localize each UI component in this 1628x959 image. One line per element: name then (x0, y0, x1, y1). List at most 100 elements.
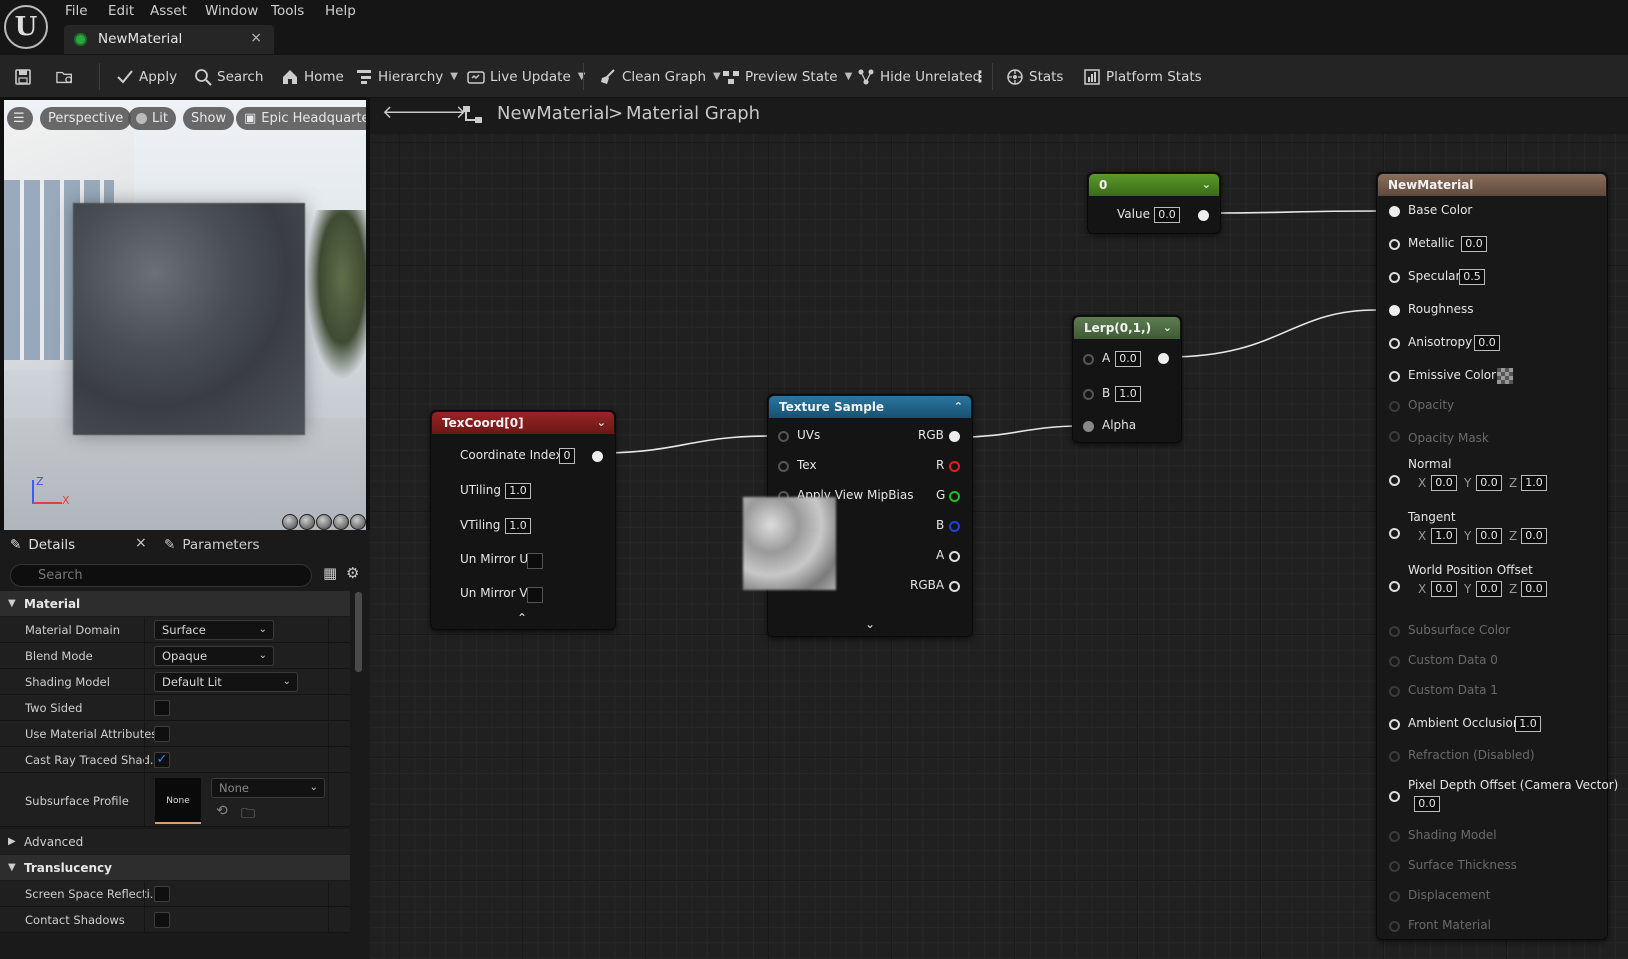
more-options-icon[interactable]: ⋮ (972, 55, 988, 98)
subsurface-profile-dropdown[interactable]: None ⌄ (211, 778, 325, 798)
contact-shadows-checkbox[interactable] (154, 912, 170, 928)
material-result-node[interactable]: NewMaterial Base Color Metallic 0.0 Spec… (1376, 172, 1618, 940)
a-output-pin[interactable] (949, 551, 960, 562)
gear-icon[interactable]: ⚙ (346, 564, 359, 582)
breadcrumb-root[interactable]: NewMaterial (497, 103, 609, 124)
lerp-node-header[interactable]: Lerp(0,1,) ⌄ (1074, 317, 1180, 339)
pixel-depth-offset-input[interactable]: 0.0 (1414, 796, 1440, 812)
lerp-a-input[interactable]: 0.0 (1115, 351, 1141, 367)
graph-hierarchy-icon[interactable] (462, 102, 484, 130)
r-output-pin[interactable] (949, 461, 960, 472)
menu-help[interactable]: Help (325, 3, 356, 19)
constant-node-header[interactable]: 0 ⌄ (1089, 174, 1219, 196)
stats-button[interactable]: Stats (1006, 55, 1063, 98)
menu-edit[interactable]: Edit (108, 3, 134, 19)
shading-model-dropdown[interactable]: Default Lit ⌄ (154, 672, 298, 692)
browse-asset-icon[interactable]: 🗀 (241, 803, 255, 827)
chevron-down-icon[interactable]: ⌄ (1163, 317, 1172, 339)
home-button[interactable]: Home (281, 55, 344, 98)
uvs-pin[interactable] (778, 431, 789, 442)
preview-sphere-icon[interactable] (299, 514, 315, 530)
menu-window[interactable]: Window (205, 3, 258, 19)
hide-unrelated-button[interactable]: Hide Unrelated (857, 55, 981, 98)
document-tab[interactable]: NewMaterial × (64, 25, 274, 54)
tex-pin[interactable] (778, 461, 789, 472)
section-translucency[interactable]: ▼ Translucency (0, 855, 350, 880)
details-search-input[interactable]: Search (10, 564, 312, 587)
emissive-pin[interactable] (1389, 371, 1400, 382)
preview-state-button[interactable]: Preview State ▼ (722, 55, 852, 98)
wpo-y-input[interactable]: 0.0 (1476, 581, 1502, 597)
specular-pin[interactable] (1389, 272, 1400, 283)
rgba-output-pin[interactable] (949, 581, 960, 592)
section-advanced[interactable]: ▶ Advanced (0, 829, 350, 854)
use-material-attributes-checkbox[interactable] (154, 726, 170, 742)
base-color-pin[interactable] (1389, 206, 1400, 217)
chevron-up-icon[interactable]: ⌃ (954, 396, 963, 418)
two-sided-checkbox[interactable] (154, 700, 170, 716)
close-details-button[interactable]: × (135, 535, 147, 551)
lerp-b-pin[interactable] (1083, 389, 1094, 400)
texcoord-node-header[interactable]: TexCoord[0] ⌄ (432, 412, 614, 434)
tangent-x-input[interactable]: 1.0 (1431, 528, 1457, 544)
vtiling-input[interactable]: 1.0 (505, 518, 531, 534)
constant-value-input[interactable]: 0.0 (1154, 207, 1180, 223)
utiling-input[interactable]: 1.0 (505, 483, 531, 499)
preview-plane-icon[interactable] (316, 514, 332, 530)
lerp-output-pin[interactable] (1158, 353, 1169, 364)
texcoord-output-pin[interactable] (592, 451, 603, 462)
close-tab-button[interactable]: × (250, 30, 262, 46)
g-output-pin[interactable] (949, 491, 960, 502)
menu-tools[interactable]: Tools (271, 3, 304, 19)
search-button[interactable]: Search (194, 55, 263, 98)
lerp-node[interactable]: Lerp(0,1,) ⌄ A 0.0 B 1.0 Alpha (1072, 315, 1182, 443)
metallic-input[interactable]: 0.0 (1461, 236, 1487, 252)
browse-button[interactable] (56, 55, 74, 98)
chevron-down-icon[interactable]: ⌄ (1202, 174, 1211, 196)
preview-cube-icon[interactable] (333, 514, 349, 530)
material-domain-dropdown[interactable]: Surface ⌄ (154, 620, 274, 640)
tab-parameters[interactable]: ✎ Parameters (164, 530, 260, 560)
menu-file[interactable]: File (65, 3, 88, 19)
details-scrollbar[interactable] (355, 592, 362, 672)
tangent-pin[interactable] (1389, 528, 1400, 539)
wpo-z-input[interactable]: 0.0 (1521, 581, 1547, 597)
hierarchy-button[interactable]: Hierarchy ▼ (355, 55, 458, 98)
coordinate-index-input[interactable]: 0 (559, 448, 575, 464)
show-button[interactable]: Show (183, 107, 235, 130)
expand-chevron-down-icon[interactable]: ⌄ (865, 617, 875, 631)
blend-mode-dropdown[interactable]: Opaque ⌄ (154, 646, 274, 666)
preview-viewport[interactable]: ☰ Perspective Lit Show ▣ Epic Headquarter… (4, 100, 366, 545)
anisotropy-input[interactable]: 0.0 (1474, 335, 1500, 351)
texture-sample-header[interactable]: Texture Sample ⌃ (769, 396, 971, 418)
constant-output-pin[interactable] (1198, 210, 1209, 221)
live-update-button[interactable]: Live Update ▼ (467, 55, 585, 98)
lerp-b-input[interactable]: 1.0 (1115, 386, 1141, 402)
forward-arrow-icon[interactable]: 🡒 (418, 102, 466, 123)
lerp-a-pin[interactable] (1083, 354, 1094, 365)
pixel-depth-offset-pin[interactable] (1389, 791, 1400, 802)
ambient-occlusion-pin[interactable] (1389, 719, 1400, 730)
platform-stats-button[interactable]: Platform Stats (1083, 55, 1202, 98)
texcoord-node[interactable]: TexCoord[0] ⌄ Coordinate Index 0 UTiling … (430, 410, 616, 630)
save-button[interactable] (14, 55, 32, 98)
cast-ray-traced-checkbox[interactable]: ✓ (154, 752, 170, 768)
wpo-pin[interactable] (1389, 581, 1400, 592)
preview-mesh-icon[interactable] (350, 514, 366, 530)
preview-scene-button[interactable]: ▣ Epic Headquarters (236, 107, 366, 130)
lit-button[interactable]: Lit (128, 107, 176, 130)
ambient-occlusion-input[interactable]: 1.0 (1515, 716, 1541, 732)
rgb-output-pin[interactable] (949, 431, 960, 442)
table-view-icon[interactable]: ▦ (323, 564, 337, 582)
subsurface-thumbnail[interactable]: None (155, 778, 201, 824)
constant-node[interactable]: 0 ⌄ Value 0.0 (1087, 172, 1221, 234)
metallic-pin[interactable] (1389, 239, 1400, 250)
roughness-pin[interactable] (1389, 305, 1400, 316)
anisotropy-pin[interactable] (1389, 338, 1400, 349)
lerp-alpha-pin[interactable] (1083, 421, 1094, 432)
b-output-pin[interactable] (949, 521, 960, 532)
normal-pin[interactable] (1389, 475, 1400, 486)
wpo-x-input[interactable]: 0.0 (1431, 581, 1457, 597)
result-node-header[interactable]: NewMaterial (1378, 174, 1606, 196)
normal-x-input[interactable]: 0.0 (1431, 475, 1457, 491)
